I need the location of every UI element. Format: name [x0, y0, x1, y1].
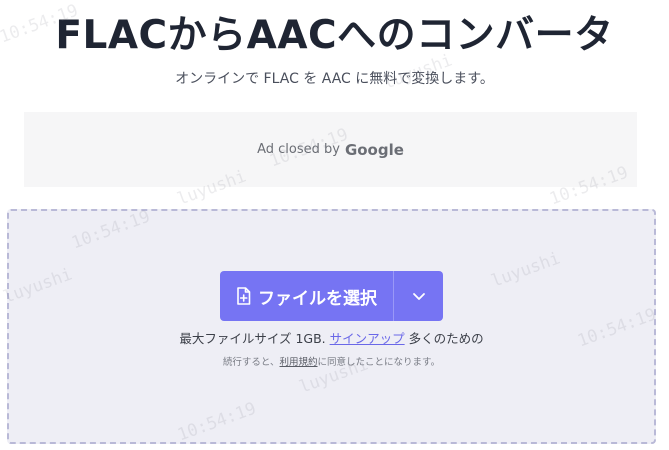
choose-file-label: ファイルを選択	[258, 288, 377, 309]
chevron-down-icon	[412, 292, 425, 300]
ad-placeholder: Ad closed by Google	[24, 112, 637, 187]
file-drop-zone[interactable]: ファイルを選択 最大ファイルサイズ 1GB. サインアップ 多くのための 続行す…	[7, 209, 656, 444]
terms-suffix: に同意したことになります。	[317, 357, 441, 368]
page-subtitle: オンラインで FLAC を AAC に無料で変換します。	[175, 71, 494, 87]
max-size-prefix: 最大ファイルサイズ 1GB.	[179, 331, 326, 346]
max-size-suffix: 多くのための	[408, 331, 484, 346]
terms-link[interactable]: 利用規約	[280, 357, 318, 368]
terms-note: 続行すると、利用規約に同意したことになります。	[9, 354, 654, 368]
max-file-size-note: 最大ファイルサイズ 1GB. サインアップ 多くのための	[9, 328, 654, 347]
upload-source-dropdown-button[interactable]	[394, 271, 443, 321]
file-add-icon	[237, 287, 251, 305]
choose-file-button-group: ファイルを選択	[220, 271, 443, 321]
ad-closed-text: Ad closed by	[257, 142, 340, 157]
signup-link[interactable]: サインアップ	[330, 331, 405, 346]
choose-file-button[interactable]: ファイルを選択	[220, 271, 393, 321]
page-title: FLACからAACへのコンバータ	[55, 13, 614, 58]
terms-prefix: 続行すると、	[222, 357, 280, 368]
google-logo: Google	[344, 140, 404, 159]
page: FLACからAACへのコンバータ オンラインで FLAC を AAC に無料で変…	[0, 0, 669, 450]
